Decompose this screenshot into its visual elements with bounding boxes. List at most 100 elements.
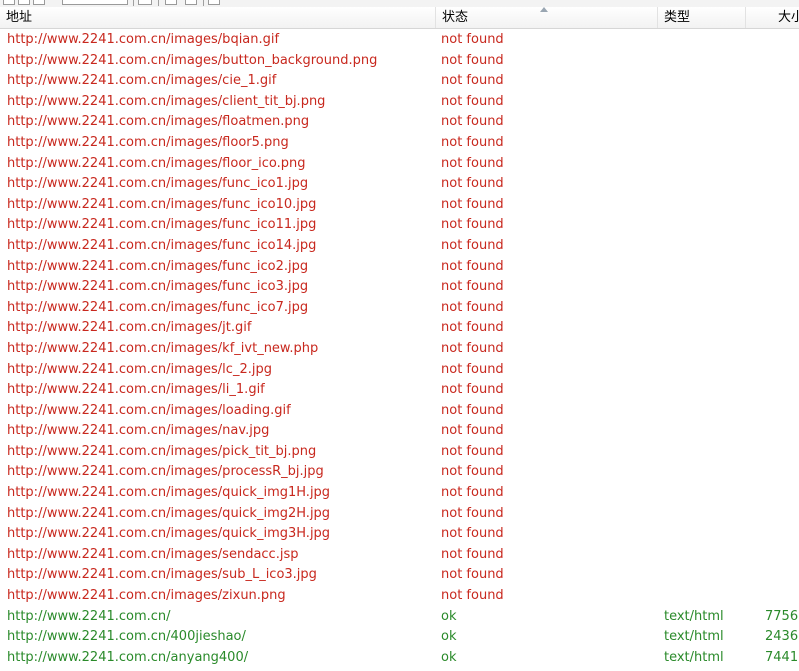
table-row[interactable]: http://www.2241.com.cn/images/pick_tit_b…: [0, 442, 799, 463]
url-cell: http://www.2241.com.cn/images/processR_b…: [7, 464, 324, 480]
column-header-type[interactable]: 类型: [658, 7, 746, 28]
column-header-size[interactable]: 大小: [746, 7, 799, 28]
url-cell: http://www.2241.com.cn/images/func_ico1.…: [7, 176, 309, 192]
url-cell: http://www.2241.com.cn/: [7, 608, 171, 624]
status-cell: ok: [441, 629, 457, 645]
url-cell: http://www.2241.com.cn/images/pick_tit_b…: [7, 443, 317, 459]
url-cell: http://www.2241.com.cn/images/kf_ivt_new…: [7, 340, 319, 356]
toolbar-button[interactable]: [185, 0, 197, 5]
table-row[interactable]: http://www.2241.com.cn/images/li_1.gif no…: [0, 380, 799, 401]
url-cell: http://www.2241.com.cn/images/floor5.png: [7, 134, 289, 150]
status-cell: not found: [441, 340, 504, 356]
url-cell: http://www.2241.com.cn/images/quick_img2…: [7, 505, 331, 521]
toolbar-button[interactable]: [138, 0, 152, 5]
status-cell: not found: [441, 546, 504, 562]
url-cell: http://www.2241.com.cn/images/client_tit…: [7, 93, 326, 109]
url-cell: http://www.2241.com.cn/images/li_1.gif: [7, 382, 265, 398]
status-cell: not found: [441, 567, 504, 583]
status-cell: not found: [441, 176, 504, 192]
table-row[interactable]: http://www.2241.com.cn/images/quick_img1…: [0, 483, 799, 504]
url-cell: http://www.2241.com.cn/images/lc_2.jpg: [7, 361, 272, 377]
table-row[interactable]: http://www.2241.com.cn/anyang400/ok text/…: [0, 648, 799, 669]
size-cell: 7441: [765, 649, 799, 665]
column-header-address[interactable]: 地址: [0, 7, 436, 28]
toolbar-button[interactable]: [18, 0, 30, 5]
status-cell: not found: [441, 526, 504, 542]
status-cell: not found: [441, 258, 504, 274]
toolbar-input[interactable]: [62, 0, 128, 5]
status-cell: not found: [441, 237, 504, 253]
table-row[interactable]: http://www.2241.com.cn/images/func_ico2.…: [0, 257, 799, 278]
toolbar-separator: [203, 0, 204, 6]
url-cell: http://www.2241.com.cn/images/sendacc.js…: [7, 546, 299, 562]
table-row[interactable]: http://www.2241.com.cn/images/jt.gif not …: [0, 318, 799, 339]
table-row[interactable]: http://www.2241.com.cn/images/func_ico3.…: [0, 277, 799, 298]
url-cell: http://www.2241.com.cn/images/jt.gif: [7, 320, 252, 336]
status-cell: not found: [441, 402, 504, 418]
table-row[interactable]: http://www.2241.com.cn/images/nav.jpg not…: [0, 421, 799, 442]
table-row[interactable]: http://www.2241.com.cn/images/floor5.png…: [0, 133, 799, 154]
status-cell: not found: [441, 299, 504, 315]
url-cell: http://www.2241.com.cn/images/func_ico2.…: [7, 258, 309, 274]
table-row[interactable]: http://www.2241.com.cn/images/quick_img2…: [0, 504, 799, 525]
status-cell: not found: [441, 114, 504, 130]
table-row[interactable]: http://www.2241.com.cn/images/floatmen.p…: [0, 112, 799, 133]
table-row[interactable]: http://www.2241.com.cn/images/quick_img3…: [0, 524, 799, 545]
status-cell: not found: [441, 279, 504, 295]
status-cell: not found: [441, 485, 504, 501]
url-cell: http://www.2241.com.cn/400jieshao/: [7, 629, 246, 645]
toolbar-button[interactable]: [3, 0, 15, 5]
table-row[interactable]: http://www.2241.com.cn/400jieshao/ok text…: [0, 627, 799, 648]
status-cell: not found: [441, 505, 504, 521]
table-row[interactable]: http://www.2241.com.cn/images/zixun.png n…: [0, 586, 799, 607]
url-cell: http://www.2241.com.cn/images/button_bac…: [7, 52, 378, 68]
status-cell: not found: [441, 320, 504, 336]
table-row[interactable]: http://www.2241.com.cn/images/sendacc.js…: [0, 545, 799, 566]
toolbar-button[interactable]: [165, 0, 177, 5]
table-row[interactable]: http://www.2241.com.cn/images/func_ico10…: [0, 195, 799, 216]
table-row[interactable]: http://www.2241.com.cn/images/kf_ivt_new…: [0, 339, 799, 360]
table-row[interactable]: http://www.2241.com.cn/images/floor_ico.…: [0, 154, 799, 175]
url-cell: http://www.2241.com.cn/images/func_ico11…: [7, 217, 317, 233]
status-cell: not found: [441, 382, 504, 398]
table-row[interactable]: http://www.2241.com.cn/images/func_ico14…: [0, 236, 799, 257]
status-cell: ok: [441, 608, 457, 624]
table-row[interactable]: http://www.2241.com.cn/images/func_ico11…: [0, 215, 799, 236]
url-cell: http://www.2241.com.cn/images/floor_ico.…: [7, 155, 306, 171]
table-row[interactable]: http://www.2241.com.cn/images/func_ico7.…: [0, 298, 799, 319]
url-cell: http://www.2241.com.cn/images/zixun.png: [7, 588, 286, 604]
table-row[interactable]: http://www.2241.com.cn/images/processR_b…: [0, 462, 799, 483]
table-row[interactable]: http://www.2241.com.cn/images/sub_L_ico3…: [0, 565, 799, 586]
type-cell: text/html: [664, 608, 724, 624]
type-cell: text/html: [664, 649, 724, 665]
status-cell: not found: [441, 134, 504, 150]
url-cell: http://www.2241.com.cn/images/func_ico3.…: [7, 279, 309, 295]
table-row[interactable]: http://www.2241.com.cn/images/client_tit…: [0, 92, 799, 113]
table-row[interactable]: http://www.2241.com.cn/ok text/html 7756: [0, 607, 799, 628]
table-row[interactable]: http://www.2241.com.cn/images/button_bac…: [0, 51, 799, 72]
table-row[interactable]: http://www.2241.com.cn/images/func_ico1.…: [0, 174, 799, 195]
table-row[interactable]: http://www.2241.com.cn/images/cie_1.gif n…: [0, 71, 799, 92]
url-cell: http://www.2241.com.cn/images/func_ico14…: [7, 237, 317, 253]
size-cell: 7756: [765, 608, 799, 624]
status-cell: not found: [441, 361, 504, 377]
table-row[interactable]: http://www.2241.com.cn/images/lc_2.jpg no…: [0, 360, 799, 381]
toolbar-button[interactable]: [208, 0, 220, 5]
status-cell: not found: [441, 443, 504, 459]
url-cell: http://www.2241.com.cn/images/floatmen.p…: [7, 114, 310, 130]
url-cell: http://www.2241.com.cn/images/func_ico10…: [7, 196, 317, 212]
url-cell: http://www.2241.com.cn/images/func_ico7.…: [7, 299, 309, 315]
status-cell: not found: [441, 217, 504, 233]
status-cell: not found: [441, 464, 504, 480]
status-cell: not found: [441, 588, 504, 604]
status-cell: not found: [441, 155, 504, 171]
toolbar-button[interactable]: [33, 0, 45, 5]
status-cell: not found: [441, 423, 504, 439]
url-cell: http://www.2241.com.cn/images/bqian.gif: [7, 32, 280, 47]
status-cell: not found: [441, 32, 504, 47]
url-cell: http://www.2241.com.cn/images/cie_1.gif: [7, 73, 277, 89]
table-row[interactable]: http://www.2241.com.cn/images/bqian.gif n…: [0, 30, 799, 51]
table-row[interactable]: http://www.2241.com.cn/images/loading.gi…: [0, 401, 799, 422]
url-cell: http://www.2241.com.cn/images/sub_L_ico3…: [7, 567, 317, 583]
sort-ascending-icon: [540, 7, 548, 12]
